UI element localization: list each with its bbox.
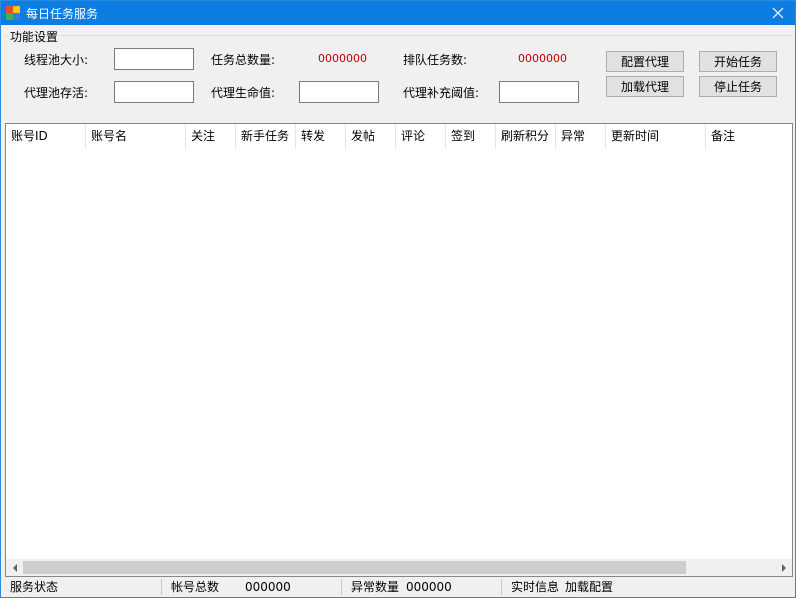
column-header-post[interactable]: 发帖 bbox=[346, 124, 396, 149]
scrollbar-thumb[interactable] bbox=[23, 561, 686, 574]
account-total-value: 000000 bbox=[245, 580, 291, 594]
proxy-life-label: 代理生命值: bbox=[211, 86, 276, 100]
settings-group-label: 功能设置 bbox=[8, 28, 61, 45]
column-header-repost[interactable]: 转发 bbox=[296, 124, 346, 149]
proxy-life-input[interactable] bbox=[299, 81, 379, 103]
column-header-follow[interactable]: 关注 bbox=[186, 124, 236, 149]
status-divider bbox=[501, 579, 502, 595]
thread-pool-input[interactable] bbox=[114, 48, 194, 70]
queued-tasks-label: 排队任务数: bbox=[403, 53, 468, 67]
column-header-error[interactable]: 异常 bbox=[556, 124, 606, 149]
thread-pool-label: 线程池大小: bbox=[24, 53, 89, 67]
realtime-info-value: 加载配置 bbox=[565, 580, 614, 594]
app-logo-icon bbox=[6, 6, 20, 20]
horizontal-scrollbar[interactable] bbox=[6, 559, 792, 576]
error-count-label: 异常数量 bbox=[351, 580, 400, 594]
chevron-right-icon bbox=[781, 563, 786, 572]
account-total-label: 帐号总数 bbox=[171, 580, 220, 594]
column-header-newbie-task[interactable]: 新手任务 bbox=[236, 124, 296, 149]
stop-task-button[interactable]: 停止任务 bbox=[699, 76, 777, 97]
column-header-comment[interactable]: 评论 bbox=[396, 124, 446, 149]
start-task-button[interactable]: 开始任务 bbox=[699, 51, 777, 72]
column-header-account-name[interactable]: 账号名 bbox=[86, 124, 186, 149]
status-bar: 服务状态 帐号总数 000000 异常数量 000000 实时信息 加载配置 bbox=[1, 577, 795, 597]
proxy-threshold-label: 代理补充阈值: bbox=[403, 86, 480, 100]
title-bar[interactable]: 每日任务服务 bbox=[1, 1, 795, 25]
load-proxy-button[interactable]: 加载代理 bbox=[606, 76, 684, 97]
total-tasks-value: 0000000 bbox=[318, 52, 367, 65]
status-divider bbox=[341, 579, 342, 595]
window-title: 每日任务服务 bbox=[26, 7, 99, 21]
accounts-table[interactable]: 账号ID 账号名 关注 新手任务 转发 发帖 评论 签到 刷新积分 异常 更新时… bbox=[5, 123, 793, 577]
proxy-survival-label: 代理池存活: bbox=[24, 86, 89, 100]
status-divider bbox=[161, 579, 162, 595]
column-header-checkin[interactable]: 签到 bbox=[446, 124, 496, 149]
column-header-account-id[interactable]: 账号ID bbox=[6, 124, 86, 149]
config-proxy-button[interactable]: 配置代理 bbox=[606, 51, 684, 72]
realtime-info-label: 实时信息 bbox=[511, 580, 560, 594]
queued-tasks-value: 0000000 bbox=[518, 52, 567, 65]
service-status-label: 服务状态 bbox=[10, 580, 59, 594]
scroll-left-button[interactable] bbox=[6, 559, 23, 576]
scroll-right-button[interactable] bbox=[775, 559, 792, 576]
column-header-remark[interactable]: 备注 bbox=[706, 124, 792, 149]
column-header-update-time[interactable]: 更新时间 bbox=[606, 124, 706, 149]
column-header-refresh-points[interactable]: 刷新积分 bbox=[496, 124, 556, 149]
proxy-threshold-input[interactable] bbox=[499, 81, 579, 103]
table-header: 账号ID 账号名 关注 新手任务 转发 发帖 评论 签到 刷新积分 异常 更新时… bbox=[6, 124, 792, 149]
error-count-value: 000000 bbox=[406, 580, 452, 594]
close-button[interactable] bbox=[761, 1, 795, 25]
close-icon bbox=[772, 7, 784, 19]
main-window: 每日任务服务 功能设置 线程池大小: 任务总数量: 0000000 排队任务数:… bbox=[0, 0, 796, 598]
proxy-survival-input[interactable] bbox=[114, 81, 194, 103]
chevron-left-icon bbox=[12, 563, 17, 572]
total-tasks-label: 任务总数量: bbox=[211, 53, 276, 67]
